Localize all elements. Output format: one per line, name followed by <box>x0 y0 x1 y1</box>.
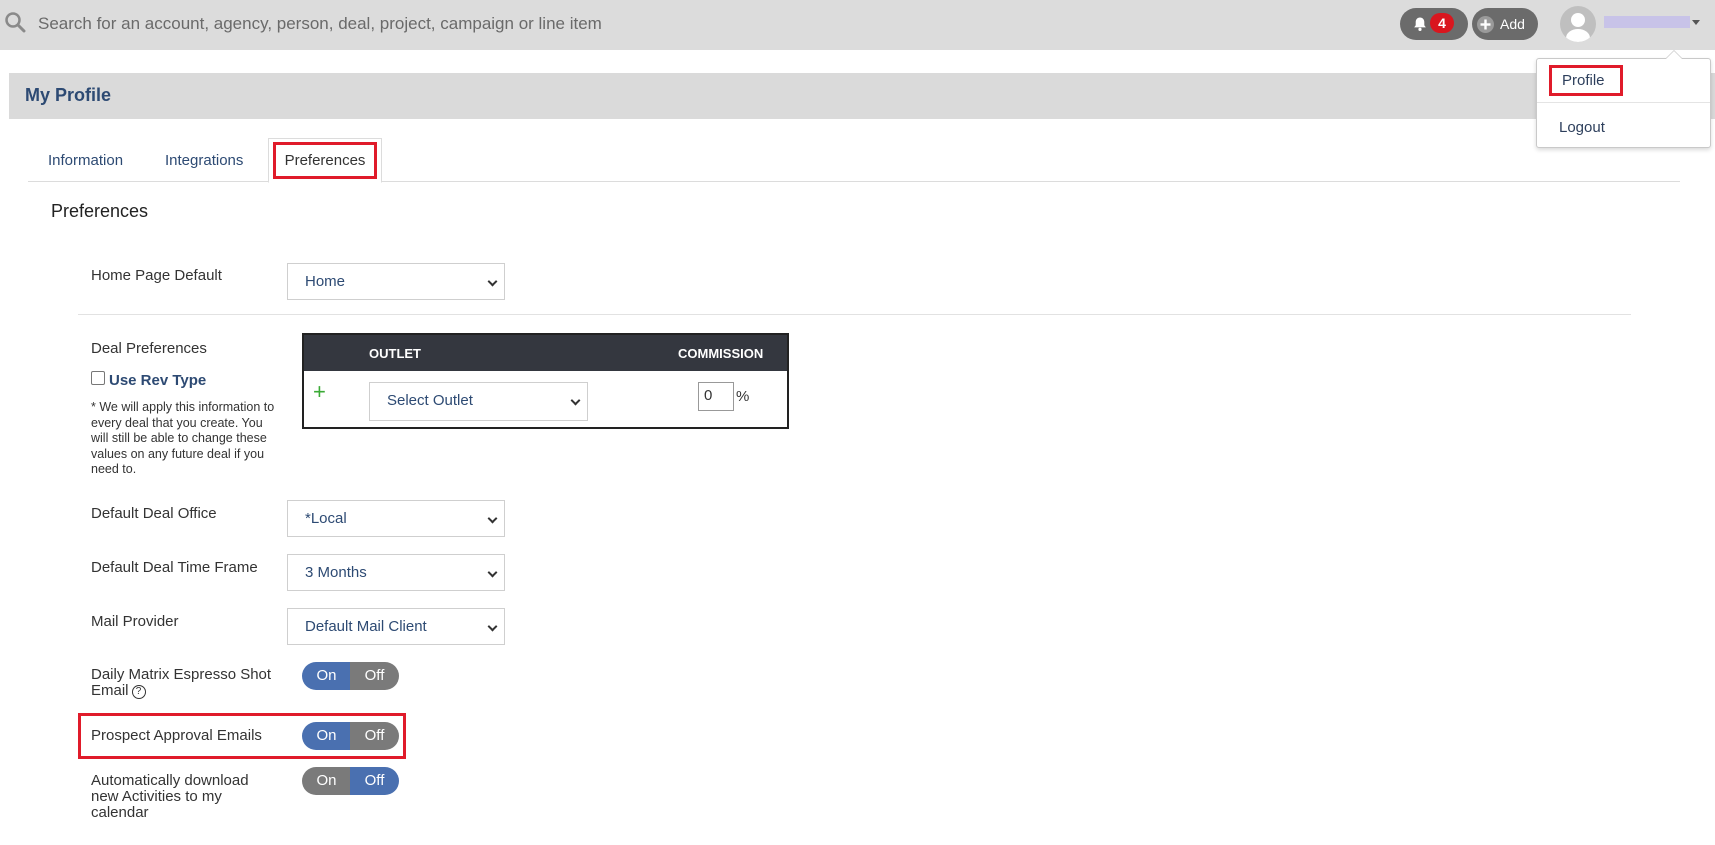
menu-item-profile[interactable]: Profile <box>1549 65 1623 96</box>
home-page-default-label: Home Page Default <box>91 267 222 284</box>
user-dropdown-menu: Profile Logout <box>1536 50 1711 148</box>
toggle-off[interactable]: Off <box>350 722 399 750</box>
top-bar: 4 Add <box>0 0 1715 50</box>
tab-integrations[interactable]: Integrations <box>165 152 243 169</box>
tab-preferences-label: Preferences <box>273 142 377 179</box>
chevron-down-icon <box>487 567 498 578</box>
page-title: My Profile <box>25 85 112 105</box>
mail-provider-select[interactable]: Default Mail Client <box>287 608 505 645</box>
table-header: OUTLET COMMISSION <box>304 335 787 371</box>
divider <box>78 314 1631 315</box>
outlet-select-value: Select Outlet <box>387 392 473 409</box>
daily-matrix-toggle[interactable]: On Off <box>302 662 399 690</box>
search-icon[interactable] <box>4 11 26 33</box>
chevron-down-icon <box>570 395 581 406</box>
default-deal-office-select[interactable]: *Local <box>287 500 505 537</box>
deal-preferences-label: Deal Preferences <box>91 340 207 357</box>
column-header-commission: COMMISSION <box>678 346 764 361</box>
column-header-outlet: OUTLET <box>369 346 421 361</box>
plus-icon[interactable]: + <box>313 381 326 403</box>
auto-download-toggle[interactable]: On Off <box>302 767 399 795</box>
avatar-icon <box>1566 13 1590 42</box>
add-circle-icon <box>1477 16 1494 33</box>
chevron-down-icon <box>487 513 498 524</box>
prospect-approval-toggle[interactable]: On Off <box>302 722 399 750</box>
section-title: Preferences <box>51 201 149 221</box>
menu-item-logout[interactable]: Logout <box>1559 119 1605 136</box>
tab-information[interactable]: Information <box>48 152 123 169</box>
mail-provider-value: Default Mail Client <box>305 618 427 635</box>
default-deal-time-frame-value: 3 Months <box>305 564 367 581</box>
toggle-on[interactable]: On <box>302 767 351 795</box>
daily-matrix-label-text: Daily Matrix Espresso Shot Email <box>91 666 272 699</box>
toggle-off[interactable]: Off <box>350 767 399 795</box>
outlet-select[interactable]: Select Outlet <box>369 382 588 421</box>
username[interactable] <box>1604 16 1690 28</box>
default-deal-office-label: Default Deal Office <box>91 505 217 522</box>
chevron-down-icon <box>487 276 498 287</box>
page-header: My Profile <box>9 73 1715 119</box>
toggle-on[interactable]: On <box>302 662 351 690</box>
chevron-down-icon <box>487 621 498 632</box>
toggle-off[interactable]: Off <box>350 662 399 690</box>
deal-preferences-note: * We will apply this information to ever… <box>91 400 275 476</box>
menu-divider <box>1537 102 1710 103</box>
outlet-commission-table: OUTLET COMMISSION + Select Outlet 0 % <box>302 333 789 429</box>
auto-download-label: Automatically download new Activities to… <box>91 772 249 821</box>
add-button[interactable]: Add <box>1472 8 1538 40</box>
daily-matrix-label: Daily Matrix Espresso Shot Email? <box>91 667 281 699</box>
search-input[interactable] <box>38 10 1238 38</box>
default-deal-office-value: *Local <box>305 510 347 527</box>
mail-provider-label: Mail Provider <box>91 613 179 630</box>
avatar[interactable] <box>1560 6 1596 42</box>
default-deal-time-frame-label: Default Deal Time Frame <box>91 559 258 576</box>
home-page-default-value: Home <box>305 273 346 290</box>
default-deal-time-frame-select[interactable]: 3 Months <box>287 554 505 591</box>
bell-icon <box>1414 17 1426 31</box>
use-rev-type-label[interactable]: Use Rev Type <box>109 372 206 389</box>
caret-down-icon[interactable] <box>1692 20 1700 25</box>
prospect-approval-label: Prospect Approval Emails <box>91 727 262 744</box>
notifications-button[interactable]: 4 <box>1400 8 1468 40</box>
toggle-on[interactable]: On <box>302 722 351 750</box>
profile-tabs: Information Integrations Preferences <box>28 138 1680 183</box>
tab-preferences[interactable]: Preferences <box>268 138 382 183</box>
home-page-default-select[interactable]: Home <box>287 263 505 300</box>
use-rev-type-checkbox[interactable] <box>91 371 105 385</box>
add-label: Add <box>1500 16 1525 32</box>
notification-count-badge: 4 <box>1430 13 1454 33</box>
commission-unit: % <box>736 388 750 405</box>
help-icon[interactable]: ? <box>131 685 146 699</box>
commission-input[interactable]: 0 <box>698 382 734 411</box>
